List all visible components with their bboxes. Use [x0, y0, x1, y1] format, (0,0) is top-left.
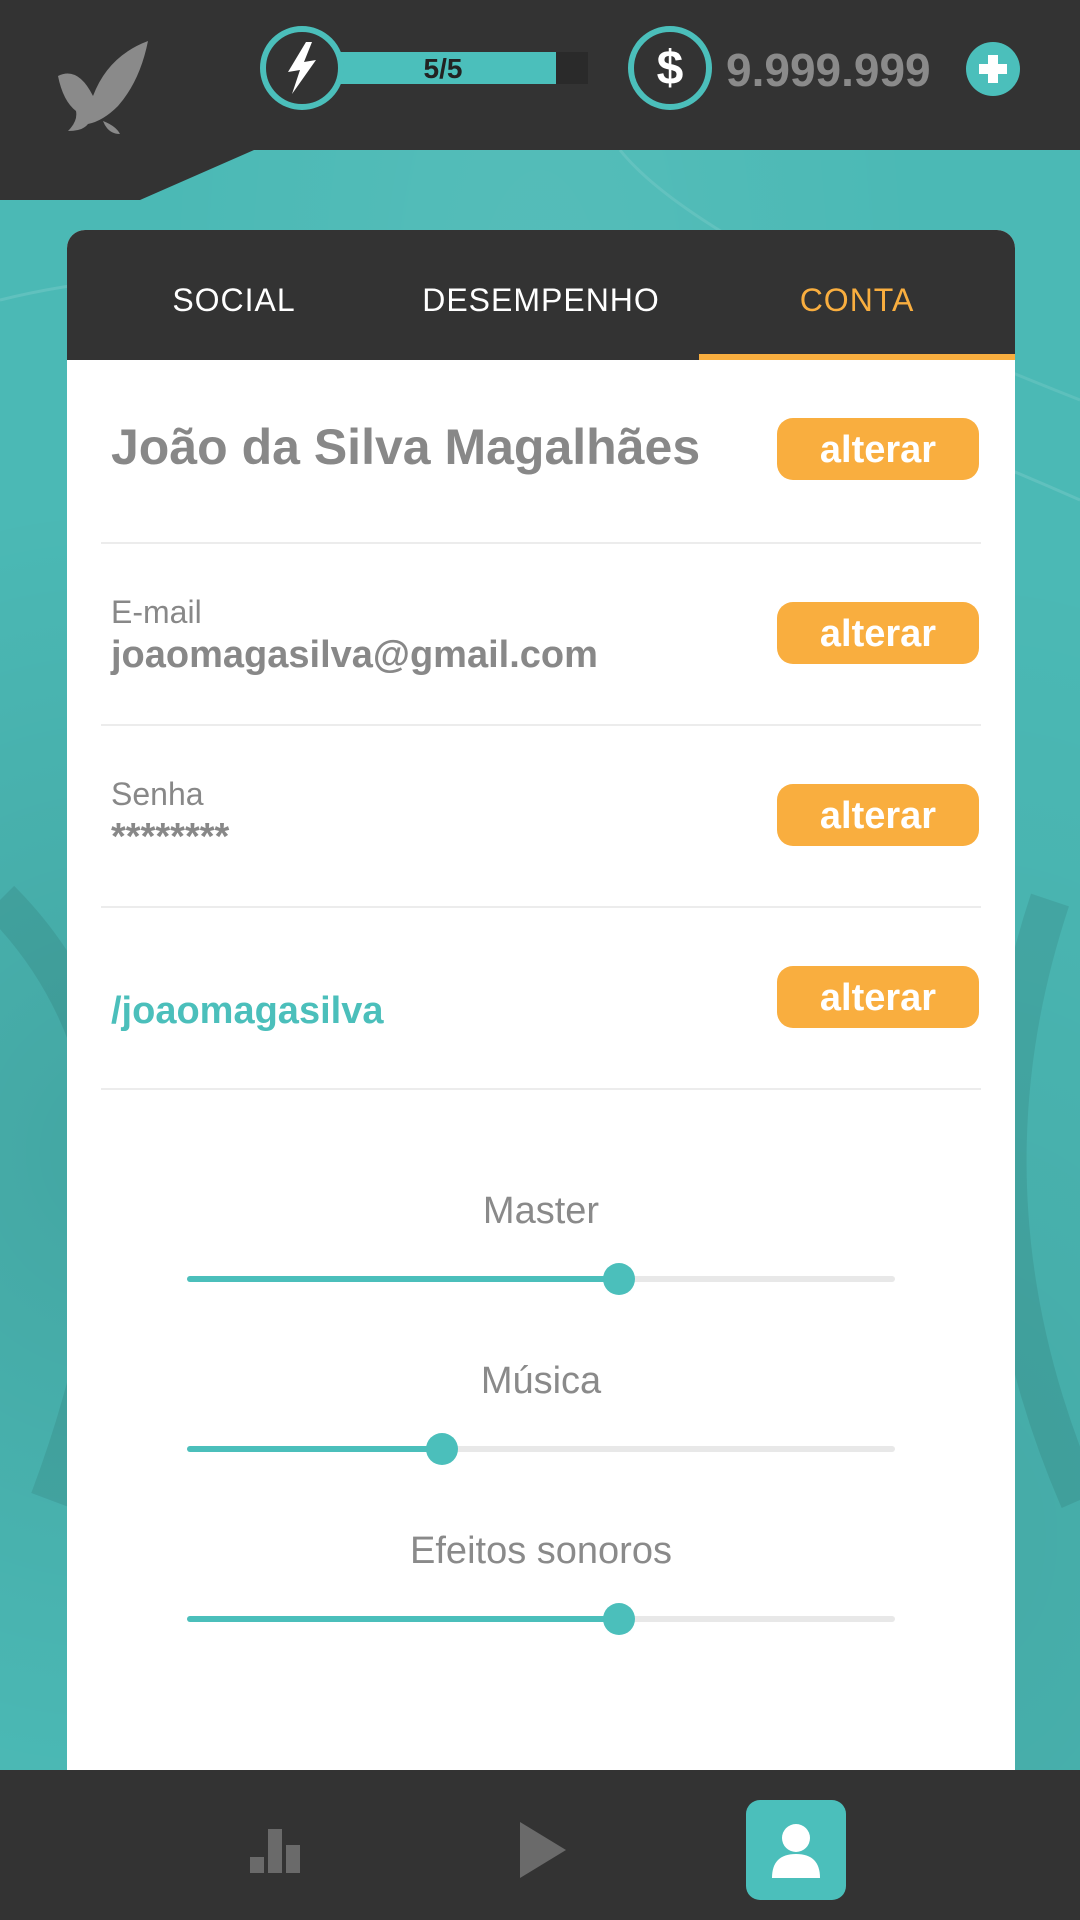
master-volume: Master — [67, 1190, 1015, 1360]
master-volume-fill — [187, 1276, 619, 1282]
change-name-button[interactable]: alterar — [777, 418, 979, 480]
change-email-button[interactable]: alterar — [777, 602, 979, 664]
bar-chart-icon — [250, 1829, 300, 1873]
name-row: João da Silva Magalhães alterar — [101, 360, 981, 544]
email-value: joaomagasilva@gmail.com — [111, 634, 598, 676]
bird-logo-icon[interactable] — [48, 36, 158, 136]
music-volume: Música — [67, 1360, 1015, 1530]
play-icon — [520, 1822, 566, 1878]
user-name: João da Silva Magalhães — [111, 419, 701, 475]
nav-profile[interactable] — [746, 1800, 846, 1900]
email-label: E-mail — [111, 594, 202, 630]
music-volume-label: Música — [480, 1360, 602, 1402]
password-value: ******** — [111, 816, 230, 858]
coins-balance: 9.999.999 — [726, 44, 931, 96]
nav-ranking[interactable] — [226, 1800, 326, 1900]
dollar-coin-icon: $ — [628, 26, 712, 110]
music-volume-slider[interactable] — [187, 1433, 895, 1465]
change-password-button[interactable]: alterar — [777, 784, 979, 846]
password-row: Senha ******** alterar — [101, 724, 981, 908]
effects-volume-slider[interactable] — [187, 1603, 895, 1635]
plus-icon — [979, 55, 1007, 83]
tab-desempenho[interactable]: DESEMPENHO — [383, 230, 699, 360]
handle-row: /joaomagasilva alterar — [101, 906, 981, 1090]
master-volume-thumb[interactable] — [602, 1263, 635, 1295]
master-volume-slider[interactable] — [187, 1263, 895, 1295]
tab-conta[interactable]: CONTA — [699, 230, 1015, 360]
coin-symbol: $ — [656, 41, 684, 95]
bottom-navigation — [0, 1770, 1080, 1920]
user-handle-link[interactable]: /joaomagasilva — [111, 990, 383, 1033]
lightning-icon — [260, 26, 344, 110]
tab-bar: SOCIAL DESEMPENHO CONTA — [67, 230, 1015, 360]
music-volume-thumb[interactable] — [425, 1433, 458, 1465]
top-bar: 5/5 $ 9.999.999 — [0, 0, 1080, 200]
effects-volume: Efeitos sonoros — [67, 1530, 1015, 1700]
energy-meter: 5/5 — [260, 26, 590, 110]
effects-volume-label: Efeitos sonoros — [410, 1530, 672, 1572]
master-volume-label: Master — [482, 1190, 600, 1232]
music-volume-fill — [187, 1446, 442, 1452]
nav-play[interactable] — [492, 1800, 592, 1900]
tab-social[interactable]: SOCIAL — [67, 230, 401, 360]
profile-card: SOCIAL DESEMPENHO CONTA João da Silva Ma… — [67, 230, 1015, 1770]
energy-count: 5/5 — [423, 53, 463, 84]
email-row: E-mail joaomagasilva@gmail.com alterar — [101, 542, 981, 726]
effects-volume-fill — [187, 1616, 619, 1622]
effects-volume-thumb[interactable] — [602, 1603, 635, 1635]
change-handle-button[interactable]: alterar — [777, 966, 979, 1028]
password-label: Senha — [111, 776, 204, 812]
user-profile-icon — [772, 1824, 820, 1878]
add-coins-button[interactable] — [966, 42, 1020, 96]
